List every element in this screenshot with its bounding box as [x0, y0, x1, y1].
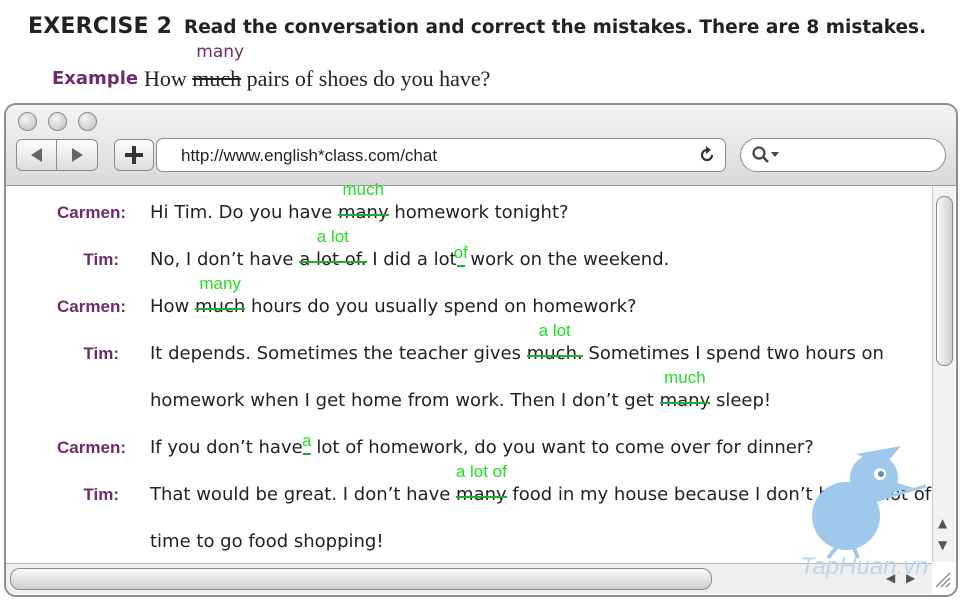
- address-bar[interactable]: http://www.english*class.com/chat: [156, 138, 726, 172]
- chat-line: How much many hours do you usually spend …: [150, 274, 637, 317]
- search-icon: [752, 146, 779, 163]
- chat-line: It depends. Sometimes the teacher gives …: [150, 321, 884, 364]
- chat-line: No, I don’t have a lot of. a lot I did a …: [150, 227, 670, 270]
- vertical-scrollbar[interactable]: ▲ ▼: [932, 186, 955, 562]
- correction: a lot: [538, 321, 571, 340]
- correction: of: [453, 243, 468, 262]
- window-close-button[interactable]: [18, 112, 37, 131]
- chat-line: If you don’t have a lot of homework, do y…: [150, 431, 814, 458]
- chat-line: time to go food shopping!: [150, 531, 384, 552]
- instruction: Read the conversation and correct the mi…: [184, 17, 927, 38]
- browser-toolbar: http://www.english*class.com/chat: [6, 105, 956, 186]
- speaker-tim: Tim:: [83, 344, 119, 363]
- example-wrong-word: much many: [192, 42, 245, 91]
- speaker-carmen: Carmen:: [57, 203, 126, 222]
- watermark: TapHuan.vn: [800, 553, 929, 580]
- url-text: http://www.english*class.com/chat: [181, 146, 438, 165]
- chat-line: Hi Tim. Do you have many much homework to…: [150, 180, 569, 223]
- back-button[interactable]: [17, 140, 56, 170]
- forward-arrow-icon: [72, 148, 83, 162]
- correction: many: [199, 274, 241, 293]
- new-tab-button[interactable]: [114, 139, 154, 171]
- horizontal-scroll-thumb[interactable]: [10, 568, 712, 590]
- window-minimize-button[interactable]: [48, 112, 67, 131]
- scroll-down-icon[interactable]: ▼: [938, 538, 947, 552]
- window-zoom-button[interactable]: [78, 112, 97, 131]
- speaker-carmen: Carmen:: [57, 438, 126, 457]
- chat-line: homework when I get home from work. Then…: [150, 368, 772, 411]
- correction: a: [301, 431, 312, 450]
- reload-icon[interactable]: [697, 145, 717, 165]
- chat-content: Carmen: Hi Tim. Do you have many much hom…: [6, 180, 932, 562]
- browser-window: http://www.english*class.com/chat Carmen…: [4, 103, 958, 597]
- example-sentence: How much many pairs of shoes do you have?: [144, 42, 491, 92]
- correction: much: [664, 368, 706, 387]
- forward-button[interactable]: [57, 140, 96, 170]
- speaker-carmen: Carmen:: [57, 297, 126, 316]
- back-arrow-icon: [31, 148, 42, 162]
- resize-grip-icon[interactable]: [934, 567, 952, 589]
- search-field[interactable]: [740, 138, 946, 172]
- correction: much: [342, 180, 385, 199]
- speaker-tim: Tim:: [83, 250, 119, 269]
- example-before: How: [144, 66, 193, 91]
- example-correction: many: [196, 42, 245, 62]
- scroll-up-icon[interactable]: ▲: [938, 516, 947, 530]
- correction: a lot of: [455, 462, 507, 481]
- bird-mascot-image: [812, 446, 927, 560]
- example-label: Example: [52, 68, 139, 89]
- history-nav: [16, 139, 98, 171]
- exercise-title: EXERCISE 2: [28, 14, 173, 39]
- horizontal-scrollbar[interactable]: ◀ ▶: [6, 563, 932, 594]
- vertical-scroll-thumb[interactable]: [936, 196, 953, 366]
- example-after: pairs of shoes do you have?: [241, 66, 491, 91]
- speaker-tim: Tim:: [83, 485, 119, 504]
- correction: a lot: [316, 227, 349, 246]
- plus-icon: [125, 146, 143, 164]
